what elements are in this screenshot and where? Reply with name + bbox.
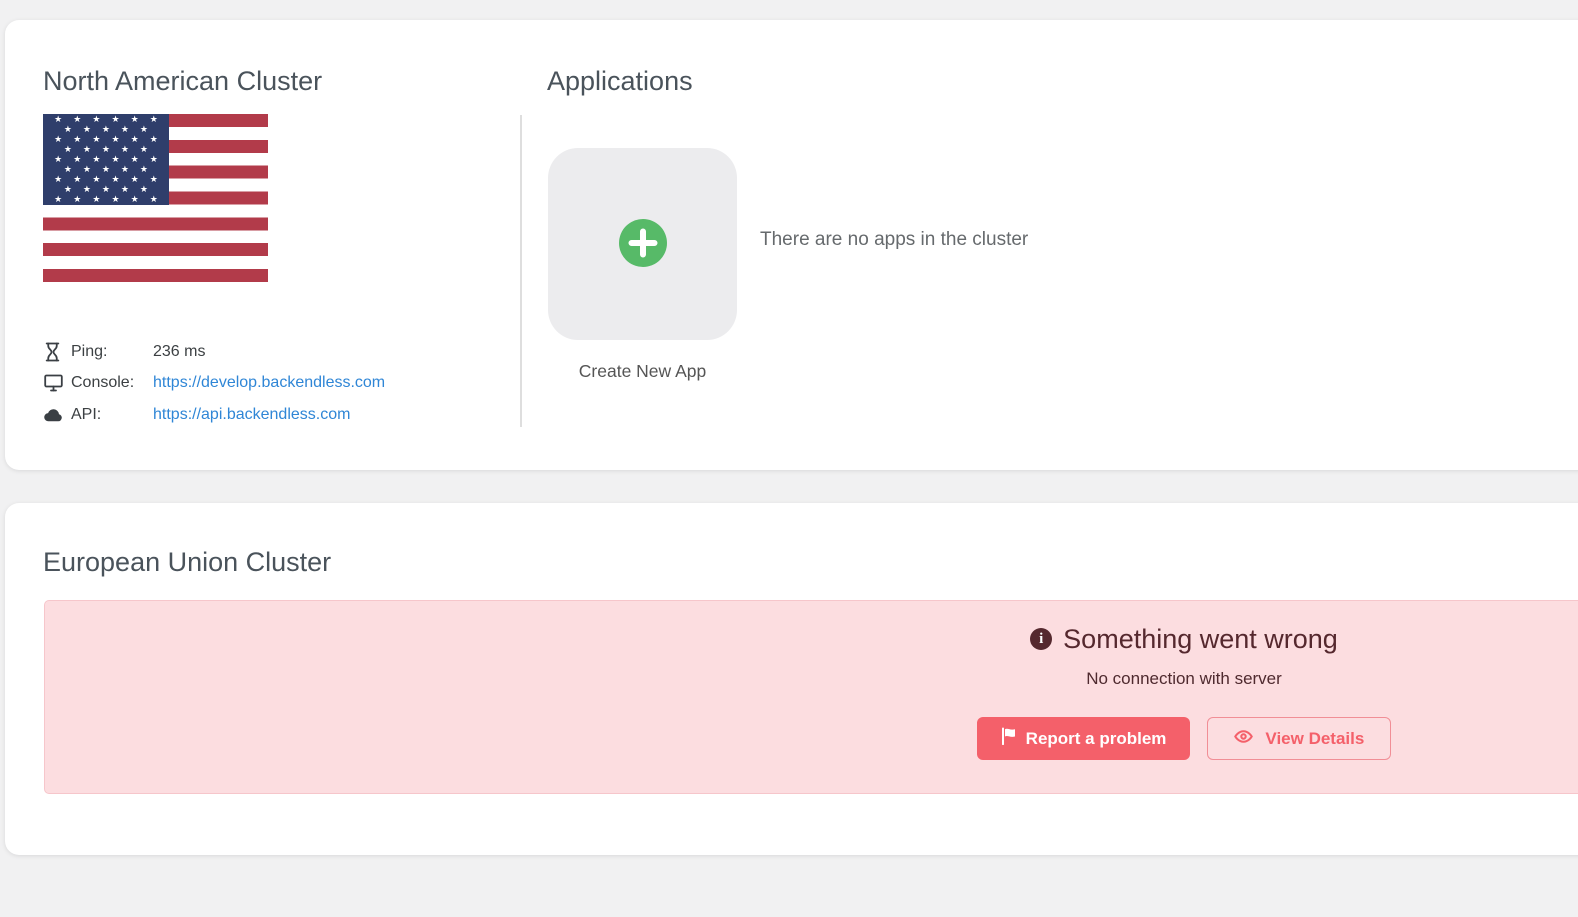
vertical-divider	[520, 115, 522, 427]
error-message: No connection with server	[1086, 669, 1282, 689]
create-new-app-tile[interactable]	[548, 148, 737, 340]
page: North American Cluster ★★★★★★★★★★★★★★★★★…	[0, 0, 1578, 917]
ping-label: Ping:	[71, 343, 153, 361]
report-problem-label: Report a problem	[1026, 729, 1167, 749]
info-circle-icon: i	[1030, 628, 1052, 650]
us-flag-stars: ★★★★★★★★★★★★★★★★★★★★★★★★★★★★★★★★★★★★★★★★…	[43, 114, 169, 205]
applications-title: Applications	[547, 66, 693, 96]
api-row: API: https://api.backendless.com	[44, 399, 385, 431]
ping-row: Ping: 236 ms	[44, 336, 385, 368]
cluster-card-north-america: North American Cluster ★★★★★★★★★★★★★★★★★…	[5, 20, 1578, 470]
api-url-link[interactable]: https://api.backendless.com	[153, 406, 350, 424]
error-heading-row: i Something went wrong	[1030, 623, 1338, 655]
error-actions: Report a problem View Details	[977, 717, 1392, 760]
console-label: Console:	[71, 374, 153, 392]
view-details-label: View Details	[1265, 729, 1364, 749]
hourglass-icon	[44, 342, 71, 362]
cluster-title: European Union Cluster	[43, 547, 331, 577]
api-label: API:	[71, 406, 153, 424]
flag-icon	[1001, 727, 1016, 750]
no-apps-message: There are no apps in the cluster	[760, 228, 1028, 252]
eye-icon	[1234, 729, 1253, 749]
ping-value: 236 ms	[153, 343, 205, 361]
us-flag-image: ★★★★★★★★★★★★★★★★★★★★★★★★★★★★★★★★★★★★★★★★…	[43, 114, 268, 282]
report-problem-button[interactable]: Report a problem	[977, 717, 1191, 760]
cluster-title: North American Cluster	[43, 66, 322, 96]
view-details-button[interactable]: View Details	[1207, 717, 1391, 760]
plus-circle-icon	[619, 219, 667, 270]
console-url-link[interactable]: https://develop.backendless.com	[153, 374, 385, 392]
cluster-info-list: Ping: 236 ms Console: https://develop.ba…	[44, 336, 385, 431]
monitor-icon	[44, 374, 71, 392]
cloud-icon	[44, 408, 71, 422]
error-title: Something went wrong	[1063, 623, 1338, 655]
console-row: Console: https://develop.backendless.com	[44, 368, 385, 400]
cluster-card-european-union: European Union Cluster i Something went …	[5, 503, 1578, 855]
error-banner: i Something went wrong No connection wit…	[44, 600, 1578, 794]
create-new-app-label: Create New App	[548, 361, 737, 382]
